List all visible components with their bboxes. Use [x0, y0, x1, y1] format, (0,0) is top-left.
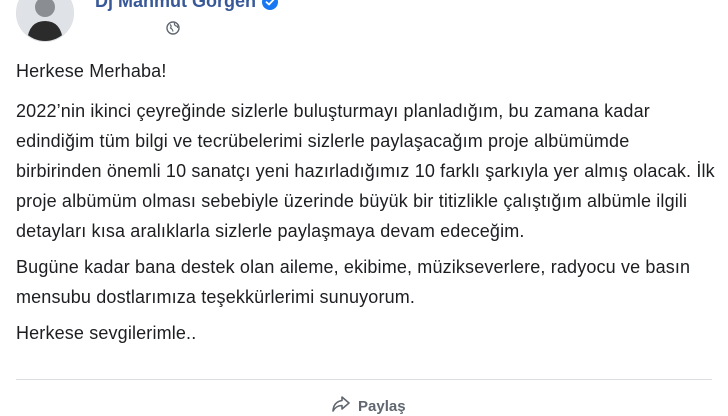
share-button[interactable]: Paylaş	[332, 396, 406, 416]
action-divider	[16, 379, 712, 380]
post-paragraph-2: Bugüne kadar bana destek olan aileme, ek…	[16, 257, 691, 307]
avatar[interactable]	[16, 0, 74, 42]
author-name-label[interactable]: Dj Mahmut Görgen	[95, 0, 256, 12]
author-name[interactable]: Dj Mahmut Görgen	[95, 0, 278, 12]
post-paragraph-1: 2022’nin ikinci çeyreğinde sizlerle bulu…	[16, 101, 715, 241]
share-icon	[332, 396, 350, 416]
facebook-post: Dj Mahmut Görgen Herkese Merhaba! 2022’n…	[0, 0, 728, 415]
share-label: Paylaş	[358, 397, 406, 415]
post-body: Herkese Merhaba! 2022’nin ikinci çeyreği…	[16, 56, 716, 354]
post-closing: Herkese sevgilerimle..	[16, 323, 197, 343]
post-greeting: Herkese Merhaba!	[16, 61, 167, 81]
globe-icon[interactable]	[166, 21, 180, 40]
verified-badge-icon	[262, 0, 278, 10]
